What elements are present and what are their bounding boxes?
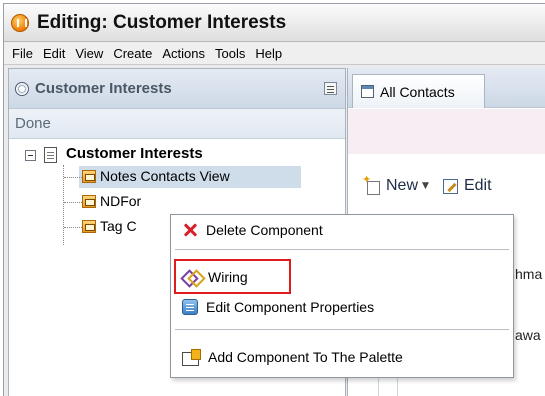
new-document-icon <box>362 173 380 195</box>
edit-icon <box>442 178 458 194</box>
tab-label: All Contacts <box>380 83 455 100</box>
menu-item-label: Edit Component Properties <box>206 299 375 315</box>
tab-strip: All Contacts <box>348 68 545 108</box>
notes-app-icon <box>11 13 29 32</box>
component-icon <box>82 170 96 183</box>
menu-help[interactable]: Help <box>250 46 287 61</box>
done-link[interactable]: Done <box>15 115 51 132</box>
menu-item-add-component-to-palette[interactable]: Add Component To The Palette <box>171 344 513 370</box>
panel-menu-icon[interactable] <box>324 82 337 95</box>
menu-edit[interactable]: Edit <box>38 46 70 61</box>
view-icon <box>361 85 374 98</box>
window-title: Editing: Customer Interests <box>37 11 287 33</box>
context-menu: Delete Component Wiring Edit Component P… <box>170 214 514 378</box>
title-bar: Editing: Customer Interests <box>4 4 545 42</box>
tree-connector <box>64 202 82 203</box>
tree-connector <box>64 177 82 178</box>
view-toolbar: New ▼ Edit <box>348 166 545 206</box>
tree-item-notes-contacts-view[interactable]: Notes Contacts View <box>100 168 230 184</box>
delete-x-icon <box>182 222 198 238</box>
component-icon <box>82 195 96 208</box>
panel-header: Customer Interests <box>9 69 345 109</box>
tab-all-contacts[interactable]: All Contacts <box>352 74 485 108</box>
menu-bar: File Edit View Create Actions Tools Help <box>4 43 545 65</box>
menu-actions[interactable]: Actions <box>157 46 210 61</box>
component-icon <box>82 220 96 233</box>
menu-item-label: Add Component To The Palette <box>208 349 403 365</box>
editor-window: Editing: Customer Interests File Edit Vi… <box>3 3 545 396</box>
properties-icon <box>182 299 198 315</box>
chevron-down-icon[interactable]: ▼ <box>422 181 429 191</box>
tree-root-label[interactable]: Customer Interests <box>66 145 203 162</box>
menu-tools[interactable]: Tools <box>210 46 250 61</box>
menu-separator <box>175 249 509 250</box>
menu-separator <box>175 329 509 330</box>
panel-title: Customer Interests <box>35 80 172 97</box>
annotation-highlight-box <box>174 259 291 294</box>
partial-contact-text: hma <box>515 266 543 282</box>
tree-item-tag[interactable]: Tag C <box>100 218 137 234</box>
new-button[interactable]: New <box>386 177 418 195</box>
menu-view[interactable]: View <box>70 46 108 61</box>
edit-button[interactable]: Edit <box>464 177 492 195</box>
done-row: Done <box>9 109 345 139</box>
globe-icon <box>15 81 29 96</box>
tree-item-ndfor[interactable]: NDFor <box>100 193 141 209</box>
document-icon <box>44 147 57 163</box>
partial-contact-text: awa <box>515 327 541 343</box>
menu-item-label: Delete Component <box>206 222 323 238</box>
view-header-band <box>348 109 545 154</box>
menu-item-edit-component-properties[interactable]: Edit Component Properties <box>171 294 513 320</box>
menu-create[interactable]: Create <box>108 46 157 61</box>
add-to-palette-icon <box>182 349 201 366</box>
collapse-icon[interactable] <box>25 150 36 161</box>
menu-file[interactable]: File <box>7 46 38 61</box>
tree-connector <box>64 227 82 228</box>
menu-item-delete-component[interactable]: Delete Component <box>171 217 513 243</box>
